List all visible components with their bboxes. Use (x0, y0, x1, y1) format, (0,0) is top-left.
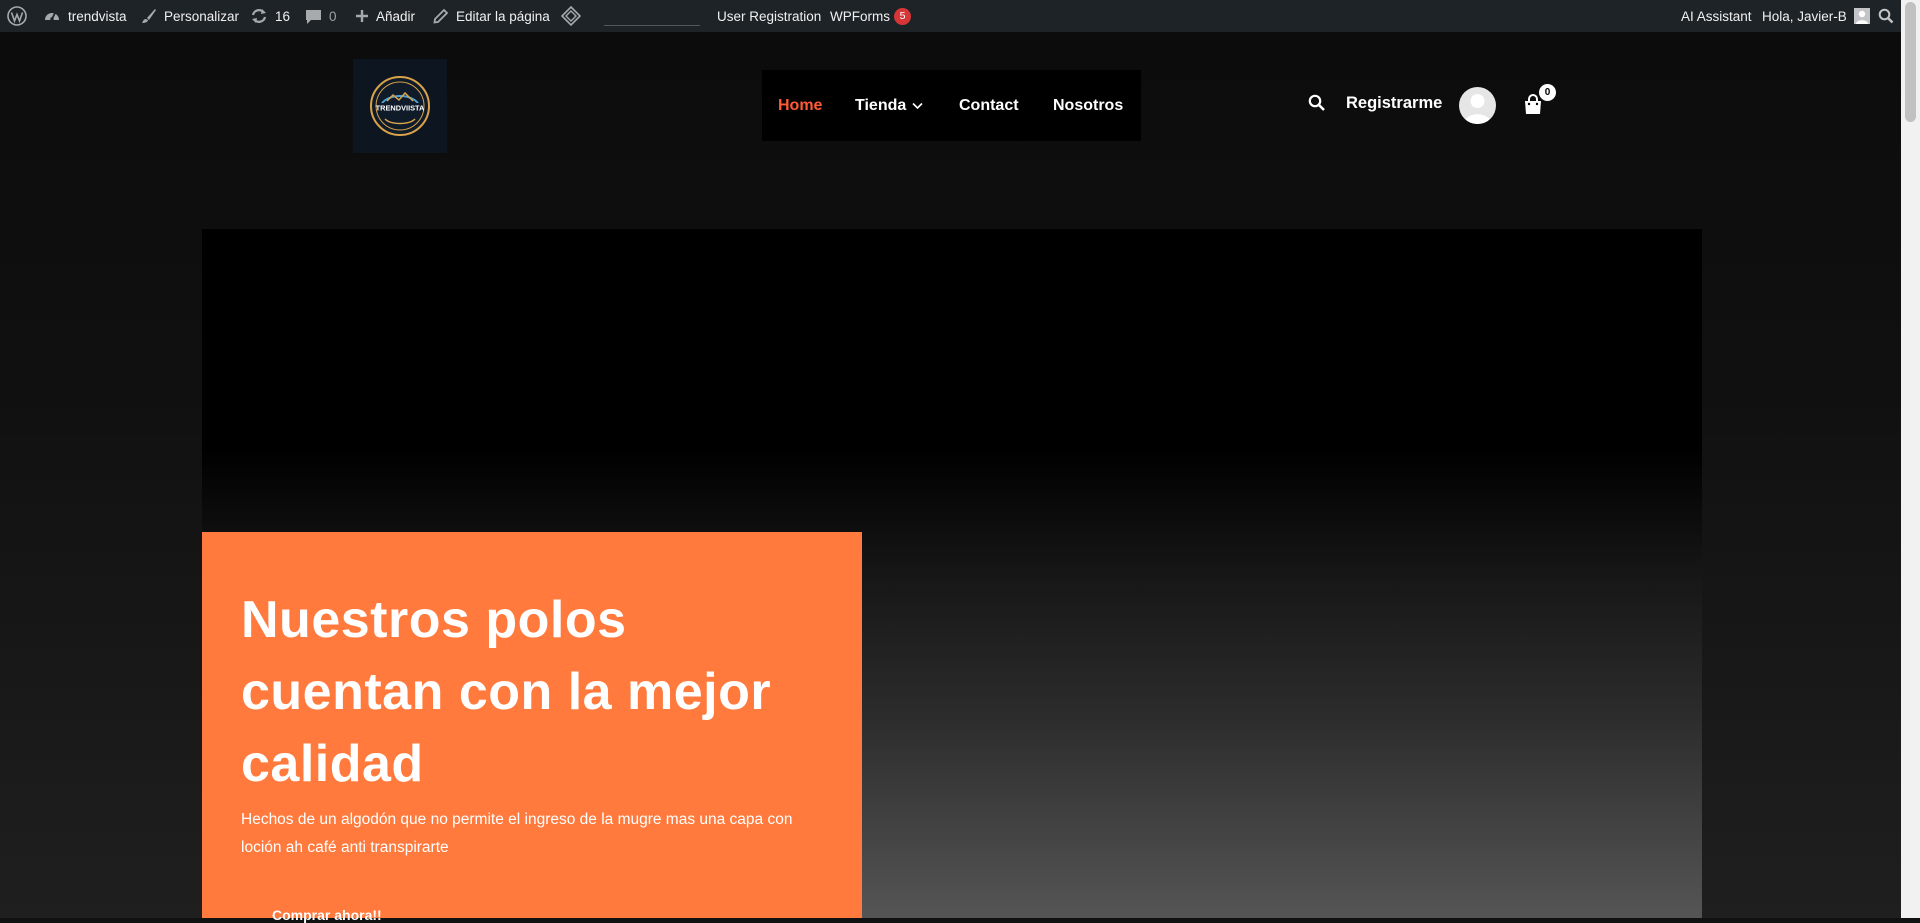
add-new-label: Añadir (376, 8, 416, 24)
user-registration-link[interactable]: User Registration (717, 0, 821, 32)
wpforms-label: WPForms (830, 8, 890, 24)
nav-nosotros[interactable]: Nosotros (1053, 70, 1123, 141)
user-avatar-icon[interactable] (1459, 87, 1496, 124)
brush-icon (141, 8, 157, 24)
diamond-icon (561, 6, 581, 26)
nav-tienda-label: Tienda (855, 96, 907, 114)
nav-tienda[interactable]: Tienda (855, 70, 923, 141)
main-navigation: Home Tienda Contact Nosotros (762, 70, 1141, 141)
wp-logo-menu[interactable] (7, 0, 27, 32)
nav-contact[interactable]: Contact (959, 70, 1019, 141)
logo-text: TRENDVIISTA (376, 104, 425, 113)
register-link[interactable]: Registrarme (1346, 94, 1442, 113)
admin-search-button[interactable] (1878, 0, 1894, 32)
user-registration-label: User Registration (717, 8, 822, 24)
pencil-icon (433, 8, 449, 24)
search-button[interactable] (1308, 94, 1328, 114)
updates-link[interactable]: 16 (250, 0, 290, 32)
wpforms-badge: 5 (894, 7, 911, 25)
customize-link[interactable]: Personalizar (141, 0, 239, 32)
chevron-down-icon (912, 97, 923, 115)
greeting: Hola, Javier-B (1762, 8, 1847, 24)
dashboard-icon (43, 7, 61, 25)
hero-title: Nuestros polos cuentan con la mejor cali… (241, 591, 772, 793)
admin-avatar (1853, 8, 1870, 24)
add-new-menu[interactable]: Añadir (355, 0, 415, 32)
nav-home-label: Home (778, 96, 823, 114)
edit-page-label: Editar la página (456, 8, 550, 24)
page-scrollbar[interactable] (1901, 0, 1920, 918)
scrollbar-thumb[interactable] (1905, 2, 1916, 122)
admin-bar: trendvista Personalizar 16 0 Añadir Edit… (0, 0, 1901, 32)
plus-icon (355, 9, 369, 23)
wordpress-icon (7, 6, 27, 26)
updates-icon (250, 7, 268, 25)
hero-description: Hechos de un algodón que no permite el i… (241, 811, 793, 856)
site-name: trendvista (68, 8, 127, 24)
updates-count: 16 (275, 8, 291, 24)
comment-icon (305, 8, 322, 25)
nav-nosotros-label: Nosotros (1053, 96, 1124, 114)
shop-now-button[interactable]: Comprar ahora!! (272, 907, 382, 923)
edit-page-link[interactable]: Editar la página (433, 0, 550, 32)
cart-count-badge: 0 (1539, 84, 1556, 101)
ai-assistant-label: AI Assistant (1681, 8, 1752, 24)
nav-contact-label: Contact (959, 96, 1019, 114)
admin-bar-divider (604, 25, 700, 26)
diamond-menu[interactable] (561, 0, 581, 32)
account-menu[interactable]: Hola, Javier-B (1762, 0, 1870, 32)
admin-search-icon (1878, 8, 1894, 24)
site-name-menu[interactable]: trendvista (43, 0, 127, 32)
hero-card: Nuestros polos cuentan con la mejor cali… (202, 532, 862, 923)
logo-emblem: TRENDVIISTA (370, 76, 430, 136)
comments-count: 0 (329, 8, 337, 24)
ai-assistant-link[interactable]: AI Assistant (1681, 0, 1752, 32)
site-logo[interactable]: TRENDVIISTA (353, 59, 447, 153)
nav-home[interactable]: Home (778, 70, 822, 141)
comments-link[interactable]: 0 (305, 0, 337, 32)
wpforms-link[interactable]: WPForms 5 (830, 0, 911, 32)
search-icon (1308, 94, 1325, 111)
customize-label: Personalizar (164, 8, 240, 24)
